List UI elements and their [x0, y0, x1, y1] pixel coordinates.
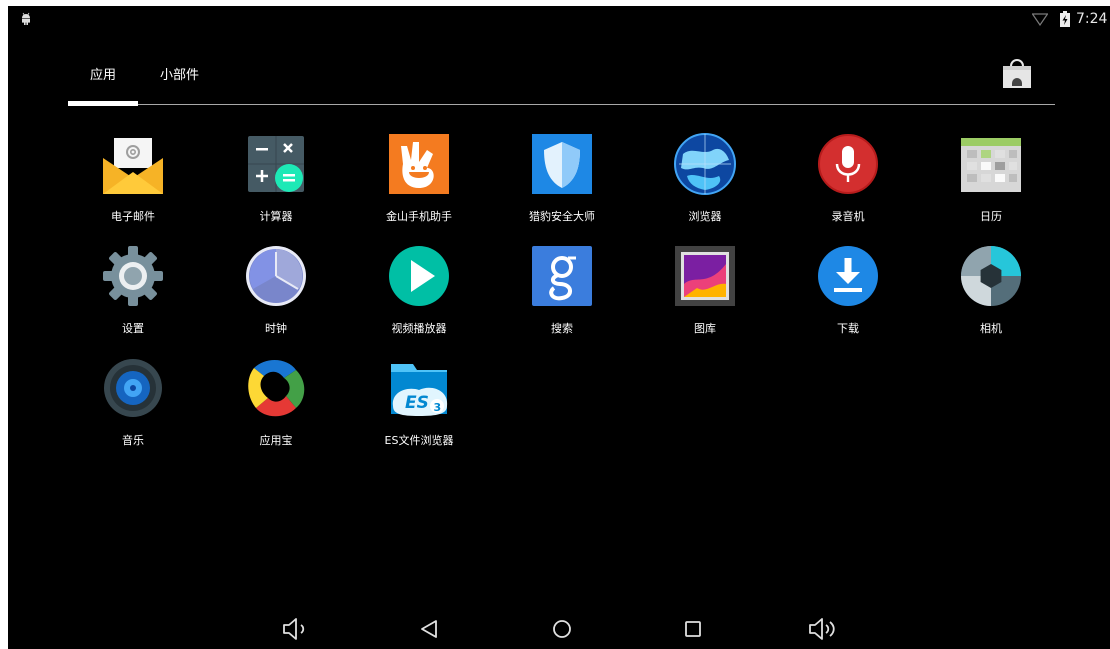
wifi-icon — [1032, 13, 1048, 26]
settings-gear-icon — [103, 246, 163, 306]
app-yingyongbao[interactable]: 应用宝 — [211, 356, 341, 456]
svg-text:ES: ES — [405, 393, 429, 413]
app-downloads[interactable]: 下载 — [783, 244, 913, 344]
app-label: 应用宝 — [259, 434, 293, 447]
camera-icon — [961, 246, 1021, 306]
app-label: 时钟 — [265, 322, 287, 335]
music-icon — [104, 359, 162, 417]
app-camera[interactable]: 相机 — [926, 244, 1056, 344]
app-label: 电子邮件 — [111, 210, 155, 223]
email-icon — [103, 138, 163, 194]
browser-globe-icon — [674, 133, 736, 195]
volume-down-icon[interactable] — [278, 614, 312, 644]
app-label: 图库 — [694, 322, 716, 335]
volume-up-icon[interactable] — [806, 614, 840, 644]
battery-charging-icon — [1060, 11, 1070, 27]
status-bar: 7:24 — [8, 6, 1110, 32]
back-icon[interactable] — [412, 614, 446, 644]
tab-widgets[interactable]: 小部件 — [160, 64, 199, 83]
app-label: 日历 — [980, 210, 1002, 223]
app-music[interactable]: 音乐 — [68, 356, 198, 456]
app-kingsoft-assistant[interactable]: 金山手机助手 — [354, 132, 484, 232]
app-label: 设置 — [122, 322, 144, 335]
play-store-bag-icon[interactable] — [1001, 56, 1033, 90]
es-file-explorer-icon: ES 3 — [391, 364, 448, 416]
status-clock: 7:24 — [1076, 11, 1108, 27]
google-search-icon — [532, 246, 592, 306]
app-label: 相机 — [980, 322, 1002, 335]
app-label: 搜索 — [551, 322, 573, 335]
sound-recorder-icon — [818, 134, 878, 194]
app-es-file-explorer[interactable]: ES 3 ES文件浏览器 — [354, 356, 484, 456]
app-label: 计算器 — [259, 210, 293, 223]
video-player-icon — [389, 246, 449, 306]
app-calculator[interactable]: 计算器 — [211, 132, 341, 232]
calendar-icon — [961, 138, 1021, 192]
app-calendar[interactable]: 日历 — [926, 132, 1056, 232]
app-clock[interactable]: 时钟 — [211, 244, 341, 344]
app-label: ES文件浏览器 — [384, 434, 454, 447]
tab-divider — [68, 104, 1055, 105]
cm-security-shield-icon — [532, 134, 592, 194]
yingyongbao-icon — [248, 359, 305, 417]
app-label: 浏览器 — [688, 210, 722, 223]
clock-icon — [246, 246, 306, 306]
app-settings[interactable]: 设置 — [68, 244, 198, 344]
app-cm-security[interactable]: 猎豹安全大师 — [497, 132, 627, 232]
app-label: 金山手机助手 — [386, 210, 452, 223]
app-gallery[interactable]: 图库 — [640, 244, 770, 344]
app-label: 录音机 — [831, 210, 865, 223]
app-label: 视频播放器 — [391, 322, 447, 335]
home-icon[interactable] — [545, 614, 579, 644]
calculator-icon — [248, 136, 304, 192]
recents-icon[interactable] — [676, 614, 710, 644]
tab-selected-indicator — [68, 101, 138, 106]
app-label: 音乐 — [122, 434, 144, 447]
android-notification-icon — [22, 12, 30, 25]
app-label: 下载 — [837, 322, 859, 335]
app-video-player[interactable]: 视频播放器 — [354, 244, 484, 344]
tab-apps[interactable]: 应用 — [90, 64, 116, 83]
svg-text:3: 3 — [434, 401, 442, 414]
app-google-search[interactable]: 搜索 — [497, 244, 627, 344]
app-label: 猎豹安全大师 — [529, 210, 595, 223]
app-browser[interactable]: 浏览器 — [640, 132, 770, 232]
gallery-icon — [675, 246, 735, 306]
app-email[interactable]: 电子邮件 — [68, 132, 198, 232]
kingsoft-assistant-icon — [389, 134, 449, 194]
app-sound-recorder[interactable]: 录音机 — [783, 132, 913, 232]
downloads-icon — [818, 246, 878, 306]
home-screen: 7:24 应用 小部件 电子邮件 计算器 金山手机助手 猎豹安全大师 浏览器 录… — [8, 6, 1110, 649]
